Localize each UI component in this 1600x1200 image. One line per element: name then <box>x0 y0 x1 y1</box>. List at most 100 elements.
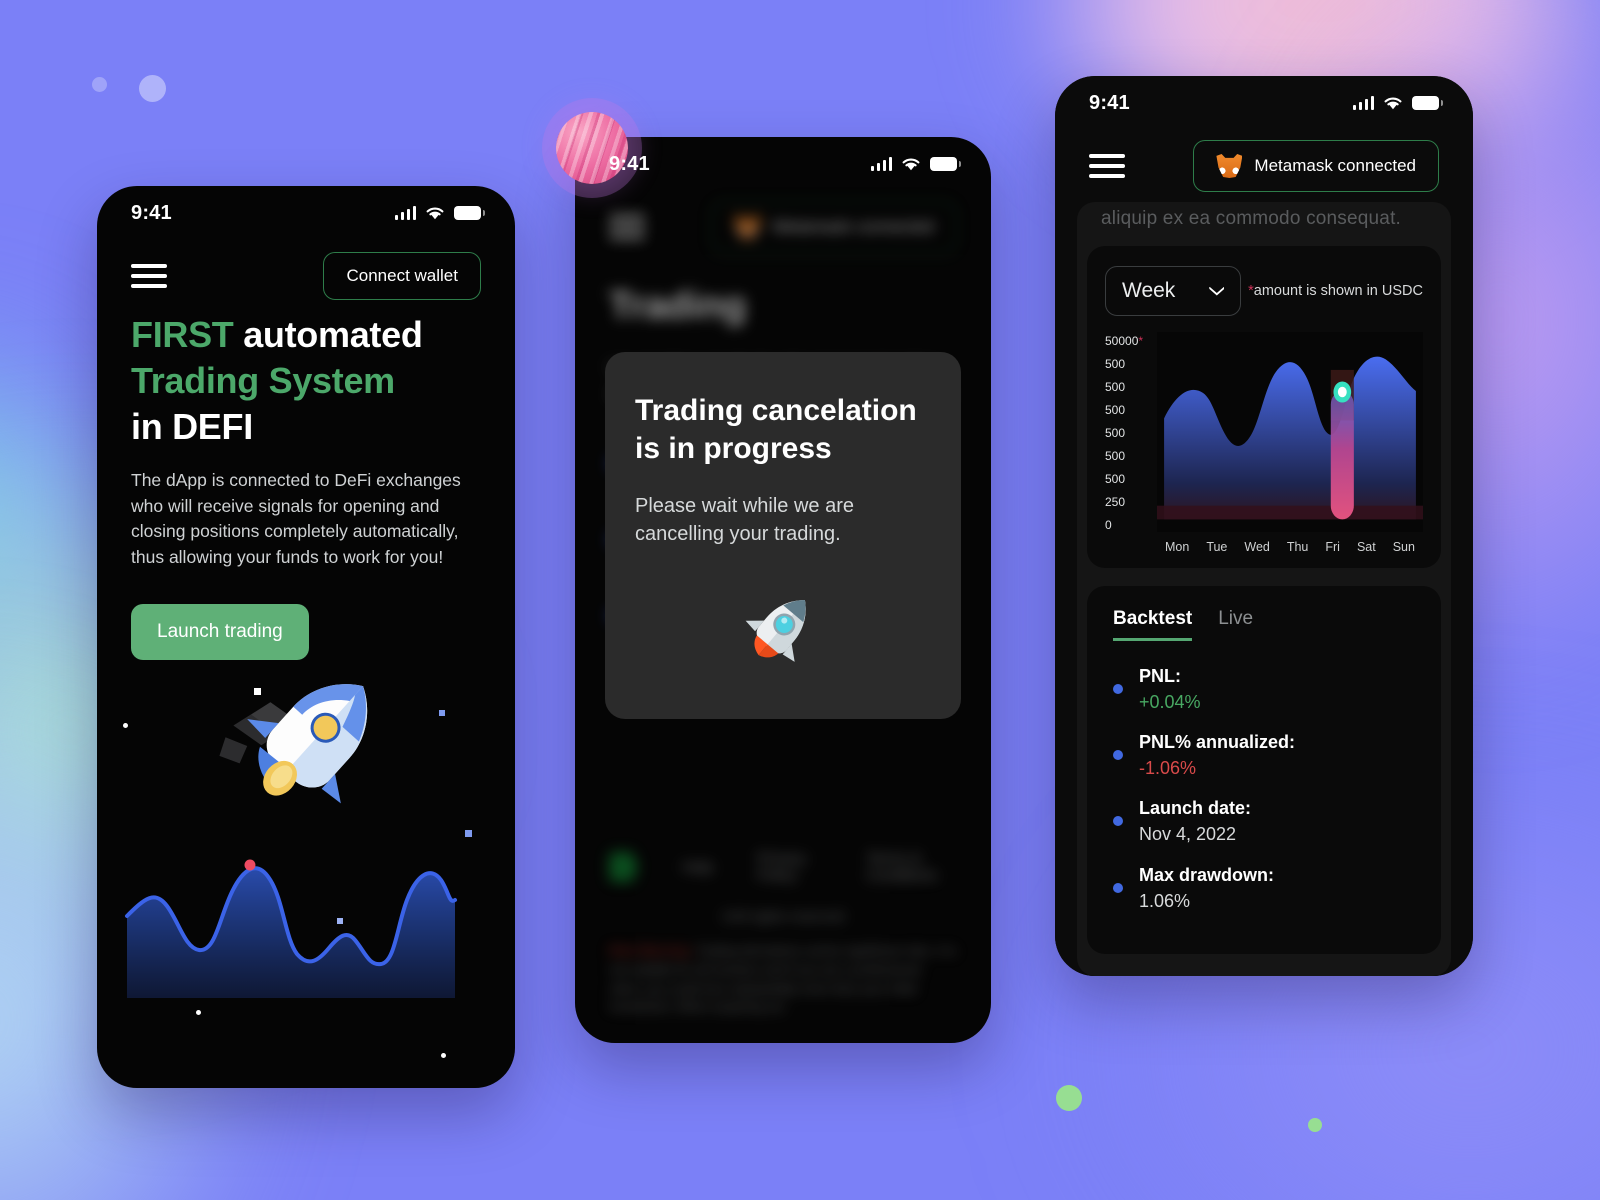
list-item: Max drawdown: 1.06% <box>1105 862 1423 914</box>
metamask-connected-button[interactable]: Metamask connected <box>711 201 957 253</box>
status-bar: 9:41 <box>575 137 991 191</box>
results-card: Backtest Live PNL: +0.04% PNL% annualize… <box>1087 586 1441 954</box>
title-line-3: in DEFI <box>131 406 253 448</box>
metamask-fox-icon <box>1216 154 1243 178</box>
y-tick: 500 <box>1105 426 1126 440</box>
app-header: Metamask connected <box>575 191 991 263</box>
brand-logo-icon <box>609 852 639 882</box>
note-text: amount is shown in USDC <box>1253 283 1423 299</box>
balance-chart: 50000* 500 500 500 500 500 500 250 0 <box>1105 332 1423 532</box>
list-item: PNL% annualized: -1.06% <box>1105 729 1423 781</box>
bullet-dot-icon <box>1113 882 1123 893</box>
metamask-fox-icon <box>734 215 761 239</box>
chart-y-axis: 50000* 500 500 500 500 500 500 250 0 <box>1105 332 1157 532</box>
x-tick-fri: Fri <box>1325 540 1340 554</box>
footer-link-privacy[interactable]: Privacy Policy <box>757 850 822 884</box>
phone-dashboard: 9:41 Metamask connected aliquip ex ea co… <box>1055 76 1473 976</box>
x-tick-sun: Sun <box>1392 540 1415 554</box>
chart-highlight-bar <box>1330 390 1354 520</box>
tab-backtest[interactable]: Backtest <box>1113 608 1193 641</box>
stat-value: -1.06% <box>1139 758 1197 779</box>
bullet-dot-icon <box>1113 816 1123 827</box>
stat-label: Launch date: <box>1139 798 1252 819</box>
decor-dot-large-1 <box>139 75 166 102</box>
launch-trading-button[interactable]: Launch trading <box>131 604 309 661</box>
wallet-label: Metamask connected <box>772 217 934 236</box>
signal-bars-icon <box>1352 96 1374 110</box>
list-item: Launch date: Nov 4, 2022 <box>1105 795 1423 847</box>
y-tick: 50000* <box>1105 334 1144 348</box>
battery-icon <box>930 157 961 171</box>
decor-dot-green-2 <box>1308 1118 1322 1132</box>
modal-title: Trading cancelation is in progress <box>635 394 917 465</box>
battery-icon <box>1412 96 1443 110</box>
area-chart-illustration <box>125 684 457 998</box>
app-header: Connect wallet <box>97 240 515 312</box>
canvas: 9:41 Connect wallet FIRST automated Trad… <box>0 0 1600 1200</box>
risk-warning: Risk Warning: Trading derivatives carrie… <box>609 942 957 1017</box>
stat-value: Nov 4, 2022 <box>1139 824 1237 845</box>
metamask-connected-button[interactable]: Metamask connected <box>1193 140 1439 192</box>
copyright-text: ©All rights reserved <box>721 908 845 924</box>
chart-x-axis: Mon Tue Wed Thu Fri Sat Sun <box>1157 532 1423 554</box>
results-stats-list: PNL: +0.04% PNL% annualized: -1.06% Laun… <box>1105 663 1423 914</box>
period-select[interactable]: Week <box>1105 266 1242 316</box>
page-title: Trading <box>609 285 747 327</box>
wallet-label: Metamask connected <box>1254 156 1416 175</box>
stat-label: Max drawdown: <box>1139 864 1275 885</box>
page-footer: Help Privacy Policy Terms & Conditions ©… <box>609 850 957 1017</box>
wifi-icon <box>426 206 444 219</box>
y-tick: 500 <box>1105 403 1126 417</box>
wifi-icon <box>902 157 920 170</box>
decor-dot-green-1 <box>1056 1085 1082 1111</box>
y-tick: 500 <box>1105 380 1126 394</box>
dashboard-cta-area: Launch trading <box>1077 954 1451 976</box>
chart-svg <box>1157 332 1423 532</box>
stat-label: PNL: <box>1139 666 1181 686</box>
connect-wallet-button[interactable]: Connect wallet <box>323 252 481 300</box>
title-line-2: Trading System <box>131 360 395 402</box>
x-tick-mon: Mon <box>1165 540 1190 554</box>
status-time: 9:41 <box>609 152 650 175</box>
x-tick-sat: Sat <box>1356 540 1376 554</box>
chart-card: Week *amount is shown in USDC 50000* 500 <box>1087 246 1441 568</box>
y-tick: 0 <box>1105 518 1112 532</box>
hamburger-menu-icon[interactable] <box>609 215 645 239</box>
stat-value: +0.04% <box>1139 692 1201 713</box>
clipped-paragraph: aliquip ex ea commodo consequat. <box>1101 208 1402 229</box>
status-bar: 9:41 <box>97 186 515 240</box>
y-tick: 500 <box>1105 357 1126 371</box>
bullet-dot-icon <box>1113 684 1123 695</box>
battery-icon <box>454 206 485 220</box>
stat-label: PNL% annualized: <box>1139 732 1296 753</box>
x-tick-wed: Wed <box>1244 540 1270 554</box>
hamburger-menu-icon[interactable] <box>1089 154 1125 178</box>
wifi-icon <box>1384 96 1402 109</box>
bullet-dot-icon <box>1113 750 1123 761</box>
y-tick: 500 <box>1105 472 1126 486</box>
footer-link-help[interactable]: Help <box>682 859 713 876</box>
period-select-value: Week <box>1122 279 1176 302</box>
y-tick-asterisk: * <box>1138 334 1144 348</box>
status-time: 9:41 <box>131 201 172 224</box>
rocket-icon <box>219 684 368 804</box>
modal-body-text: Please wait while we are cancelling your… <box>635 494 854 545</box>
list-item: PNL: +0.04% <box>1105 663 1423 715</box>
chart-point-marker <box>244 859 256 871</box>
rocket-illustration <box>97 668 515 1088</box>
dashboard-scroll-area[interactable]: aliquip ex ea commodo consequat. Week *a… <box>1055 202 1473 976</box>
decor-dot-small-1 <box>92 77 107 92</box>
app-header: Metamask connected <box>1055 130 1473 202</box>
footer-link-terms[interactable]: Terms & Conditions <box>866 850 957 884</box>
signal-bars-icon <box>394 206 416 220</box>
hamburger-menu-icon[interactable] <box>131 264 167 288</box>
y-tick: 250 <box>1105 495 1126 509</box>
tab-live[interactable]: Live <box>1218 608 1253 641</box>
chart-plot-area <box>1157 332 1423 532</box>
page-title: FIRST automated Trading System in DEFI <box>131 312 481 450</box>
x-tick-thu: Thu <box>1286 540 1309 554</box>
risk-warning-label: Risk Warning: <box>609 944 693 958</box>
chart-note: *amount is shown in USDC <box>1248 283 1423 299</box>
title-rest: automated <box>233 314 423 355</box>
cancellation-modal: Trading cancelation is in progress Pleas… <box>605 352 961 719</box>
